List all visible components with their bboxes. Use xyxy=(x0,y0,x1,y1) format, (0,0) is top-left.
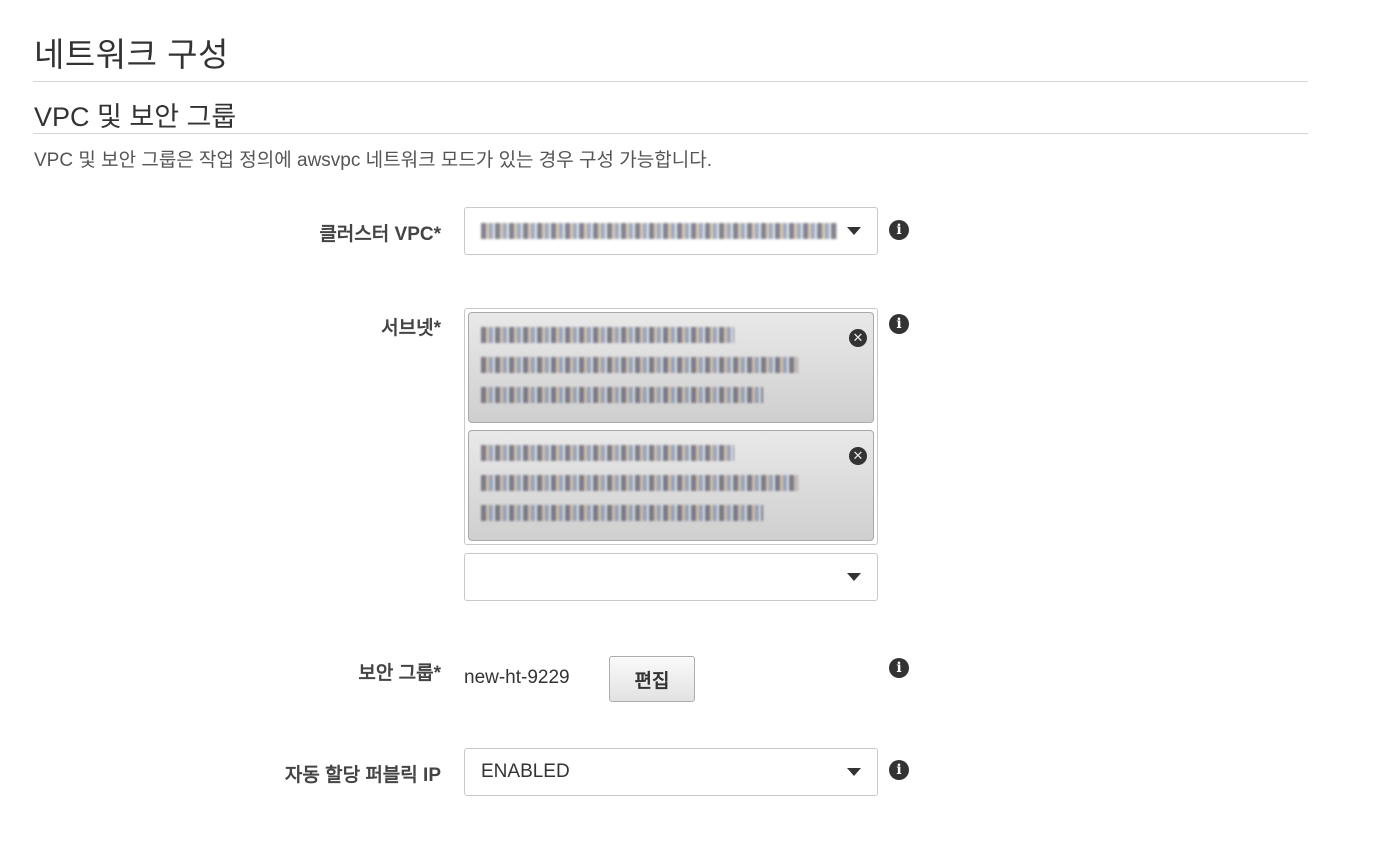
close-icon[interactable]: ✕ xyxy=(849,447,867,465)
subnet-id-redacted xyxy=(481,327,735,343)
subnet-id-redacted xyxy=(481,445,735,461)
subnet-multiselect[interactable]: ✕ ✕ xyxy=(464,308,878,545)
subnet-cidr-redacted xyxy=(481,357,798,373)
subnet-token[interactable]: ✕ xyxy=(468,430,874,541)
vpc-value-redacted xyxy=(481,223,837,239)
subnet-add-select[interactable] xyxy=(464,553,878,601)
subnet-token[interactable]: ✕ xyxy=(468,312,874,423)
chevron-down-icon xyxy=(847,227,861,235)
security-group-label: 보안 그룹* xyxy=(358,663,441,684)
vpc-select[interactable] xyxy=(464,207,878,255)
edit-security-group-button[interactable]: 편집 xyxy=(609,656,695,702)
public-ip-label: 자동 할당 퍼블릭 IP xyxy=(284,765,441,786)
chevron-down-icon xyxy=(847,768,861,776)
chevron-down-icon xyxy=(847,573,861,581)
info-icon[interactable]: i xyxy=(889,314,909,334)
subnet-az-redacted xyxy=(481,387,763,403)
info-icon[interactable]: i xyxy=(889,658,909,678)
info-icon[interactable]: i xyxy=(889,760,909,780)
divider xyxy=(33,133,1308,134)
section-description: VPC 및 보안 그룹은 작업 정의에 awsvpc 네트워크 모드가 있는 경… xyxy=(34,150,712,171)
subsection-title: VPC 및 보안 그룹 xyxy=(34,102,237,132)
security-group-value: new-ht-9229 xyxy=(464,667,570,688)
vpc-label: 클러스터 VPC* xyxy=(319,224,441,245)
info-icon[interactable]: i xyxy=(889,220,909,240)
public-ip-value: ENABLED xyxy=(481,761,570,782)
public-ip-select[interactable]: ENABLED xyxy=(464,748,878,796)
divider xyxy=(33,81,1308,82)
subnet-az-redacted xyxy=(481,505,763,521)
subnet-cidr-redacted xyxy=(481,475,798,491)
section-title: 네트워크 구성 xyxy=(34,36,229,73)
subnet-label: 서브넷* xyxy=(381,318,441,339)
close-icon[interactable]: ✕ xyxy=(849,329,867,347)
